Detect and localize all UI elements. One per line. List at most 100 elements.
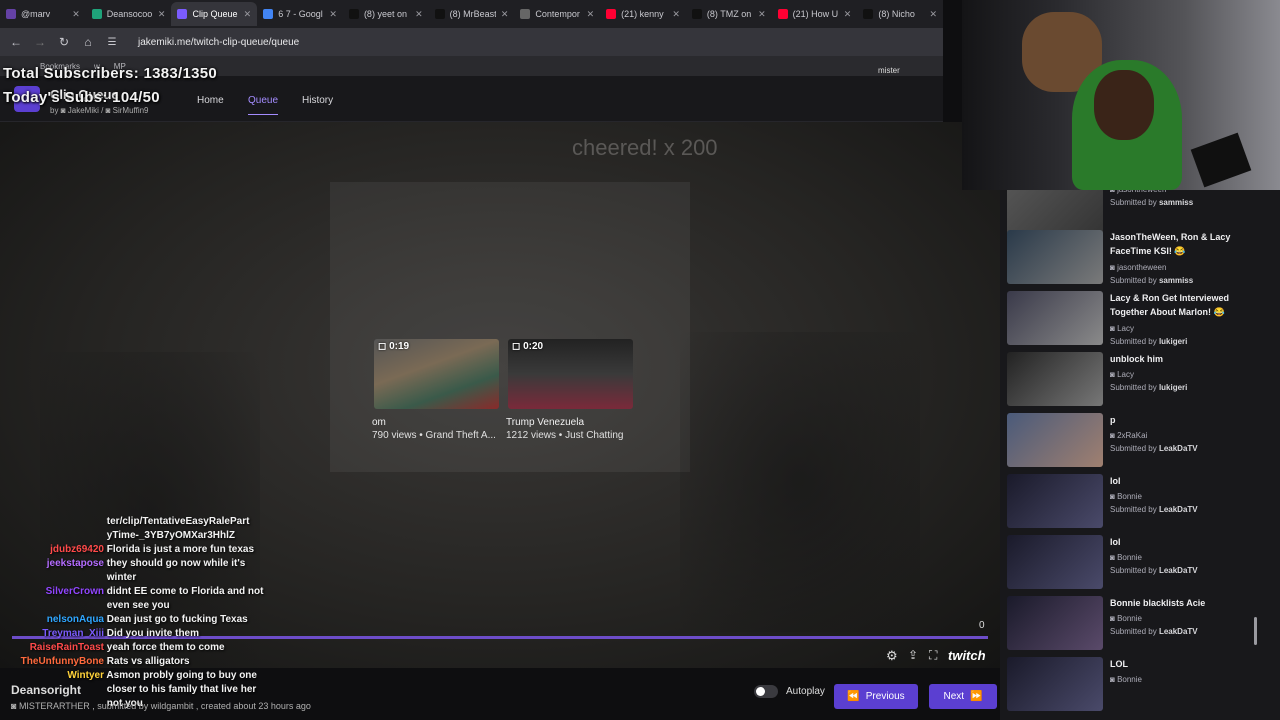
close-icon[interactable]: ✕ xyxy=(158,9,166,20)
clip-meta: 790 views • Grand Theft A... xyxy=(372,430,496,441)
browser-tab[interactable]: (8) yeet on ✕ xyxy=(343,2,429,26)
close-icon[interactable]: ✕ xyxy=(844,9,852,20)
queue-item[interactable]: JasonTheWeen, Ron & Lacy FaceTime KSI! 😂… xyxy=(1007,230,1267,288)
close-icon[interactable]: ✕ xyxy=(329,9,337,20)
credit-link[interactable]: SirMuffin9 xyxy=(113,106,149,115)
twitch-icon: ◙ xyxy=(11,701,19,711)
sidebar-scrollbar[interactable] xyxy=(1254,617,1257,645)
reload-icon[interactable]: ↻ xyxy=(58,35,70,49)
share-icon[interactable]: ⇪ xyxy=(908,648,918,662)
queue-thumbnail[interactable] xyxy=(1007,413,1103,467)
clip-title[interactable]: Trump Venezuela xyxy=(506,417,584,428)
site-info-icon[interactable]: ☰ xyxy=(106,37,118,48)
queue-item[interactable]: Bonnie blacklists Acie ◙ Bonnie Submitted … xyxy=(1007,596,1267,654)
browser-tab[interactable]: Contempor ✕ xyxy=(514,2,600,26)
next-button[interactable]: Next ⏩ xyxy=(929,684,997,709)
clip-icon: ◻ xyxy=(512,341,524,352)
todays-subs-counter: Today's Subs: 104/50 xyxy=(3,89,160,106)
browser-tab[interactable]: Clip Queue ✕ xyxy=(171,2,258,26)
browser-tab[interactable]: (8) TMZ on ✕ xyxy=(686,2,772,26)
close-icon[interactable]: ✕ xyxy=(672,9,680,20)
user-menu[interactable]: mister xyxy=(878,66,900,75)
queue-thumbnail[interactable] xyxy=(1007,352,1103,406)
chat-username[interactable]: Wintyer xyxy=(0,669,104,683)
queue-thumbnail[interactable] xyxy=(1007,596,1103,650)
queue-item[interactable]: Lacy & Ron Get Interviewed Together Abou… xyxy=(1007,291,1267,349)
queue-thumbnail[interactable] xyxy=(1007,291,1103,345)
background-person xyxy=(680,332,920,632)
queue-item[interactable]: lol ◙ Bonnie Submitted by LeakDaTV xyxy=(1007,474,1267,532)
twitch-icon: ◙ xyxy=(1110,553,1118,562)
chat-username[interactable]: nelsonAqua xyxy=(0,613,104,627)
url-field[interactable]: jakemiki.me/twitch-clip-queue/queue xyxy=(138,37,299,48)
queue-item-title[interactable]: LOL xyxy=(1110,657,1260,671)
nav-queue[interactable]: Queue xyxy=(248,95,279,115)
queue-item-title[interactable]: Lacy & Ron Get Interviewed Together Abou… xyxy=(1110,291,1260,319)
queue-item-title[interactable]: Bonnie blacklists Acie xyxy=(1110,596,1260,610)
queue-thumbnail[interactable] xyxy=(1007,474,1103,528)
chat-message: SilverCrown didnt EE come to Florida and… xyxy=(0,585,320,599)
close-icon[interactable]: ✕ xyxy=(244,9,252,20)
queue-item-title[interactable]: unblock him xyxy=(1110,352,1260,366)
forward-icon[interactable]: → xyxy=(34,35,46,49)
queue-item-title[interactable]: lol xyxy=(1110,474,1260,488)
browser-tab[interactable]: 6 7 - Googl ✕ xyxy=(257,2,343,26)
fullscreen-icon[interactable]: ⛶ xyxy=(929,648,937,663)
queue-item[interactable]: p ◙ 2xRaKai Submitted by LeakDaTV xyxy=(1007,413,1267,471)
tab-title: (8) TMZ on xyxy=(706,9,752,19)
queue-item-title[interactable]: p xyxy=(1110,413,1260,427)
chat-text: even see you xyxy=(106,600,170,611)
close-icon[interactable]: ✕ xyxy=(72,9,80,20)
chat-text: yeah force them to come xyxy=(106,642,225,653)
chat-username[interactable]: SilverCrown xyxy=(0,585,104,599)
queue-item-title[interactable]: lol xyxy=(1110,535,1260,549)
chat-text: didnt EE come to Florida and not xyxy=(106,586,264,597)
chat-username[interactable]: jeekstapose xyxy=(0,557,104,571)
clip-creator[interactable]: Deansoright xyxy=(11,683,81,697)
back-icon[interactable]: ← xyxy=(10,35,22,49)
browser-tab[interactable]: (21) How U ✕ xyxy=(772,2,858,26)
queue-item[interactable]: unblock him ◙ Lacy Submitted by lukigeri xyxy=(1007,352,1267,410)
queue-item[interactable]: LOL ◙ Bonnie xyxy=(1007,657,1267,715)
close-icon[interactable]: ✕ xyxy=(930,9,938,20)
chat-text: Dean just go to fucking Texas xyxy=(106,614,248,625)
nav-history[interactable]: History xyxy=(302,95,333,106)
queue-item[interactable]: lol ◙ Bonnie Submitted by LeakDaTV xyxy=(1007,535,1267,593)
chat-username[interactable]: RaiseRainToast xyxy=(0,641,104,655)
chat-username[interactable]: TheUnfunnyBone xyxy=(0,655,104,669)
queue-item-submitter: Submitted by lukigeri xyxy=(1110,383,1188,392)
browser-tab[interactable]: (8) MrBeast ✕ xyxy=(429,2,515,26)
chat-username[interactable]: Treyman_Xiii xyxy=(0,627,104,641)
nav-home[interactable]: Home xyxy=(197,95,224,106)
close-icon[interactable]: ✕ xyxy=(758,9,766,20)
queue-item-submitter: Submitted by lukigeri xyxy=(1110,337,1188,346)
home-icon[interactable]: ⌂ xyxy=(82,35,94,49)
previous-button[interactable]: ⏪ Previous xyxy=(834,684,918,709)
chat-username[interactable]: jdubz69420 xyxy=(0,543,104,557)
queue-thumbnail[interactable] xyxy=(1007,657,1103,711)
twitch-logo[interactable]: twitch xyxy=(948,648,986,663)
settings-icon[interactable]: ⚙ xyxy=(886,648,898,664)
chat-text: Did you invite them xyxy=(106,628,200,639)
browser-tab[interactable]: Deansocoo ✕ xyxy=(86,2,172,26)
browser-tab[interactable]: (8) Nicho ✕ xyxy=(857,2,943,26)
chat-message: TheUnfunnyBone Rats vs alligators xyxy=(0,655,320,669)
close-icon[interactable]: ✕ xyxy=(415,9,423,20)
clip-title[interactable]: om xyxy=(372,417,386,428)
tab-favicon xyxy=(348,9,359,19)
close-icon[interactable]: ✕ xyxy=(501,9,509,20)
queue-thumbnail[interactable] xyxy=(1007,230,1103,284)
queue-item-submitter: Submitted by LeakDaTV xyxy=(1110,627,1198,636)
rewind-icon: ⏪ xyxy=(847,691,860,702)
queue-item-creator: ◙ jasontheween xyxy=(1110,263,1167,272)
queue-item-title[interactable]: JasonTheWeen, Ron & Lacy FaceTime KSI! 😂 xyxy=(1110,230,1260,258)
queue-item-creator: ◙ jasontheween xyxy=(1110,190,1166,194)
browser-tab[interactable]: @marv ✕ xyxy=(0,2,86,26)
queue-thumbnail[interactable] xyxy=(1007,535,1103,589)
chat-text: they should go now while it's xyxy=(106,558,246,569)
close-icon[interactable]: ✕ xyxy=(587,9,595,20)
credit-link[interactable]: JakeMiki xyxy=(68,106,99,115)
browser-tab[interactable]: (21) kenny ✕ xyxy=(600,2,686,26)
queue-item-creator: ◙ Lacy xyxy=(1110,324,1134,333)
queue-item-creator: ◙ 2xRaKai xyxy=(1110,431,1148,440)
